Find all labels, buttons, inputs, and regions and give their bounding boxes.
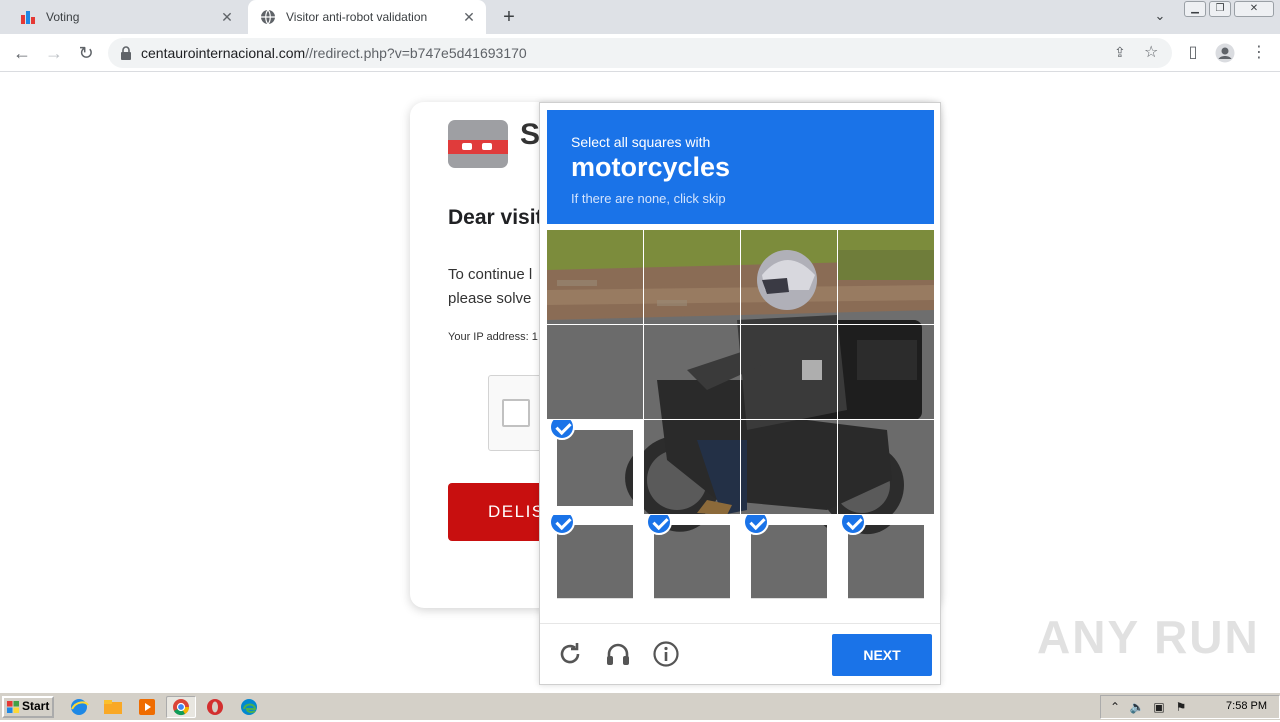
captcha-tile[interactable] (644, 515, 740, 609)
captcha-tile[interactable] (838, 515, 934, 609)
system-tray: ⌃ 🔈 ▣ ⚑ 7:58 PM (1100, 695, 1280, 719)
captcha-tile[interactable] (741, 325, 837, 419)
captcha-tile[interactable] (838, 325, 934, 419)
next-button[interactable]: NEXT (832, 634, 932, 676)
captcha-tile[interactable] (741, 515, 837, 609)
network-icon[interactable]: ▣ (1151, 700, 1167, 714)
masked-robot-logo (448, 120, 508, 168)
tab-voting[interactable]: Voting ✕ (8, 0, 244, 34)
forward-arrow-icon[interactable]: → (42, 41, 66, 65)
reload-icon[interactable]: ↻ (74, 41, 98, 65)
tray-expand-icon[interactable]: ⌃ (1107, 700, 1123, 714)
address-bar[interactable]: centaurointernacional.com//redirect.php?… (108, 38, 1172, 68)
captcha-header: Select all squares with motorcycles If t… (547, 110, 934, 224)
internet-explorer-icon[interactable] (68, 697, 90, 717)
tab-bar: Voting ✕ Visitor anti-robot validation ✕… (0, 0, 1280, 34)
captcha-instruction: Select all squares with (571, 134, 711, 150)
captcha-tile[interactable] (644, 325, 740, 419)
new-tab-button[interactable]: + (498, 6, 520, 28)
volume-icon[interactable]: 🔈 (1129, 700, 1145, 714)
share-icon[interactable]: ⇪ (1114, 44, 1132, 62)
captcha-footer: NEXT (540, 623, 940, 685)
profile-avatar-icon[interactable] (1214, 42, 1236, 64)
audio-headphones-icon[interactable] (604, 640, 632, 668)
start-button[interactable]: Start (2, 696, 54, 718)
bookmark-star-icon[interactable]: ☆ (1144, 42, 1162, 61)
captcha-tile[interactable] (644, 230, 740, 324)
anyrun-watermark: ANY RUN (1037, 611, 1260, 663)
side-panel-icon[interactable]: ▯ (1182, 42, 1204, 64)
opera-icon[interactable] (204, 697, 226, 717)
ip-address-label: Your IP address: 1 (448, 331, 538, 343)
reload-icon[interactable] (556, 640, 584, 668)
close-window-button[interactable]: ✕ (1234, 1, 1274, 17)
logo-text: S (520, 118, 541, 151)
recaptcha-checkbox[interactable] (502, 399, 530, 427)
captcha-tile[interactable] (547, 515, 643, 609)
captcha-target: motorcycles (571, 152, 731, 182)
url-domain: centaurointernacional.com (141, 45, 306, 61)
back-arrow-icon[interactable]: ← (10, 41, 34, 65)
voting-favicon-icon (20, 9, 36, 25)
url-text: centaurointernacional.com//redirect.php?… (141, 45, 527, 61)
tab-close-icon[interactable]: ✕ (460, 8, 478, 26)
minimize-button[interactable]: ▁ (1184, 1, 1206, 17)
info-icon[interactable] (652, 640, 680, 668)
start-label: Start (22, 699, 50, 713)
captcha-tile[interactable] (547, 325, 643, 419)
captcha-tile[interactable] (838, 420, 934, 514)
tab-title: Voting (46, 10, 80, 24)
windows-flag-icon (7, 701, 19, 713)
captcha-tile[interactable] (547, 420, 643, 514)
tab-close-icon[interactable]: ✕ (218, 8, 236, 26)
captcha-tile[interactable] (741, 230, 837, 324)
captcha-challenge: Select all squares with motorcycles If t… (539, 102, 941, 685)
page-heading: Dear visit (448, 206, 543, 229)
chevron-down-icon[interactable]: ⌄ (1150, 8, 1170, 26)
tab-visitor-validation[interactable]: Visitor anti-robot validation ✕ (248, 0, 486, 34)
captcha-tile[interactable] (741, 420, 837, 514)
captcha-tile[interactable] (547, 230, 643, 324)
url-path: //redirect.php?v=b747e5d41693170 (305, 45, 527, 61)
captcha-hint: If there are none, click skip (571, 191, 726, 206)
captcha-tile[interactable] (838, 230, 934, 324)
lock-icon (121, 46, 131, 60)
action-center-flag-icon[interactable]: ⚑ (1173, 700, 1189, 714)
browser-toolbar: ← → ↻ centaurointernacional.com//redirec… (0, 34, 1280, 72)
instruction-line-1: To continue l (448, 266, 533, 283)
clock: 7:58 PM (1226, 700, 1267, 712)
edge-icon[interactable] (238, 697, 260, 717)
media-player-icon[interactable] (136, 697, 158, 717)
globe-icon (260, 9, 276, 25)
chrome-taskbar-icon[interactable] (166, 696, 196, 718)
captcha-image-grid (547, 230, 934, 609)
menu-kebab-icon[interactable]: ⋮ (1248, 42, 1270, 64)
restore-button[interactable]: ❐ (1209, 1, 1231, 17)
captcha-tile[interactable] (644, 420, 740, 514)
taskbar: Start ⌃ 🔈 ▣ ⚑ 7:58 PM (0, 692, 1280, 720)
file-explorer-icon[interactable] (102, 697, 124, 717)
tab-title: Visitor anti-robot validation (286, 10, 428, 24)
instruction-line-2: please solve (448, 290, 532, 307)
